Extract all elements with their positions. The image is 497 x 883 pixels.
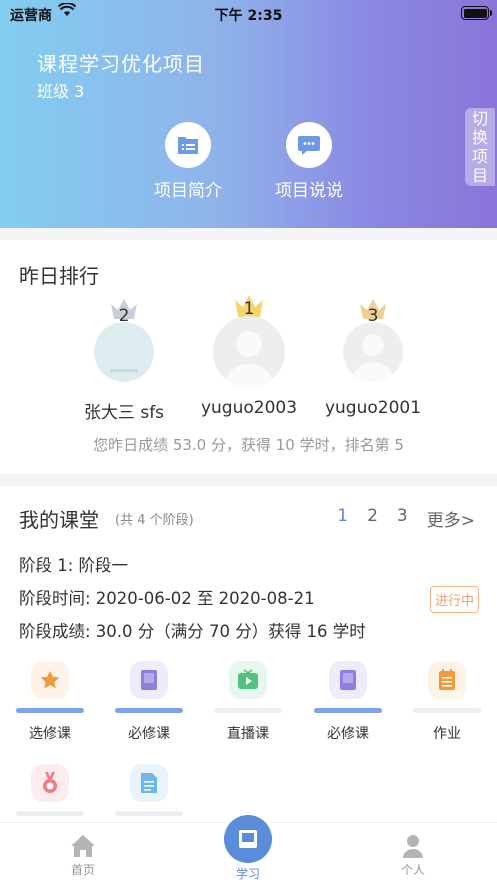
- progress-bar: [413, 708, 481, 713]
- avatar: [94, 322, 154, 382]
- rank-item-3[interactable]: 3 yuguo2001: [303, 298, 443, 428]
- tab-profile[interactable]: 个人: [373, 834, 453, 878]
- switch-label-2: 项目: [472, 147, 489, 185]
- course-item-medal[interactable]: [14, 764, 86, 816]
- avatar: [343, 322, 403, 382]
- book-icon: [130, 661, 168, 699]
- play-tv-icon: [229, 661, 267, 699]
- course-item-label: 作业: [433, 726, 461, 742]
- course-item-document[interactable]: [113, 764, 185, 816]
- course-item-required[interactable]: 必修课: [113, 661, 185, 743]
- class-name: 班级 3: [37, 82, 85, 101]
- project-header: 课程学习优化项目 班级 3 切换 项目 项目简介 项目说说: [0, 0, 497, 228]
- medal-icon: [31, 764, 69, 802]
- project-title: 课程学习优化项目: [37, 52, 205, 76]
- stages-count: (共 4 个阶段): [115, 513, 194, 528]
- avatar: [213, 316, 285, 388]
- stage-time: 阶段时间: 2020-06-02 至 2020-08-21: [19, 589, 315, 608]
- person-icon: [403, 835, 423, 858]
- list-folder-icon: [165, 122, 211, 168]
- rank-name: yuguo2003: [200, 398, 298, 418]
- page-1-link[interactable]: 1: [337, 506, 348, 531]
- tab-bar: 首页 学习 个人: [0, 815, 497, 883]
- star-icon: [31, 661, 69, 699]
- more-link[interactable]: 更多>: [427, 506, 475, 531]
- chat-bubble-icon: [286, 122, 332, 168]
- progress-bar: [16, 708, 84, 713]
- progress-bar: [115, 708, 183, 713]
- course-title: 我的课堂: [19, 508, 99, 532]
- rank-item-2[interactable]: 2 张大三 sfs: [54, 298, 194, 428]
- clock: 下午 2:35: [214, 8, 283, 24]
- tab-study[interactable]: 学习: [208, 815, 288, 882]
- tab-study-label: 学习: [235, 867, 260, 881]
- course-item-label: 直播课: [227, 726, 269, 742]
- project-intro-button[interactable]: 项目简介: [133, 122, 243, 201]
- progress-bar: [16, 811, 84, 816]
- page-2-link[interactable]: 2: [367, 506, 378, 531]
- switch-project-button[interactable]: 切换 项目: [465, 108, 495, 186]
- tab-home-label: 首页: [70, 863, 95, 877]
- course-item-label: 选修课: [29, 726, 71, 742]
- stage-score: 阶段成绩: 30.0 分（满分 70 分）获得 16 学时: [19, 622, 366, 641]
- status-badge: 进行中: [429, 586, 479, 613]
- progress-bar: [314, 708, 382, 713]
- tab-home[interactable]: 首页: [43, 834, 123, 878]
- course-item-label: 必修课: [327, 726, 369, 742]
- project-talk-label: 项目说说: [275, 181, 343, 201]
- status-bar: 运营商 下午 2:35: [0, 0, 497, 28]
- study-book-icon: [224, 815, 272, 863]
- book-icon: [329, 661, 367, 699]
- document-icon: [130, 764, 168, 802]
- progress-bar: [214, 708, 282, 713]
- project-talk-button[interactable]: 项目说说: [254, 122, 364, 201]
- rank-item-1[interactable]: 1 yuguo2003: [179, 294, 319, 428]
- project-intro-label: 项目简介: [154, 181, 222, 201]
- ranking-summary: 您昨日成绩 53.0 分，获得 10 学时，排名第 5: [93, 436, 404, 454]
- course-item-live[interactable]: 直播课: [212, 661, 284, 743]
- course-card: 我的课堂 (共 4 个阶段) 1 2 3 更多> 阶段 1: 阶段一 阶段时间:…: [0, 486, 497, 822]
- rank-name: yuguo2001: [324, 398, 422, 418]
- course-item-homework[interactable]: 作业: [411, 661, 483, 743]
- course-item-label: 必修课: [128, 726, 170, 742]
- ranking-card: 昨日排行 2 张大三 sfs 1 yuguo2003 3 yuguo2001 您…: [0, 240, 497, 474]
- ranking-title: 昨日排行: [19, 264, 99, 288]
- course-item-required-2[interactable]: 必修课: [312, 661, 384, 743]
- course-item-elective[interactable]: 选修课: [14, 661, 86, 743]
- stage-pager: 1 2 3 更多>: [318, 506, 475, 531]
- battery-icon: [461, 6, 492, 20]
- switch-label-1: 切换: [472, 109, 489, 147]
- rank-name: 张大三 sfs: [83, 403, 165, 423]
- stage-name: 阶段 1: 阶段一: [19, 556, 129, 575]
- page-3-link[interactable]: 3: [397, 506, 408, 531]
- progress-bar: [115, 811, 183, 816]
- tab-profile-label: 个人: [400, 863, 425, 877]
- home-icon: [71, 835, 95, 857]
- notepad-icon: [428, 661, 466, 699]
